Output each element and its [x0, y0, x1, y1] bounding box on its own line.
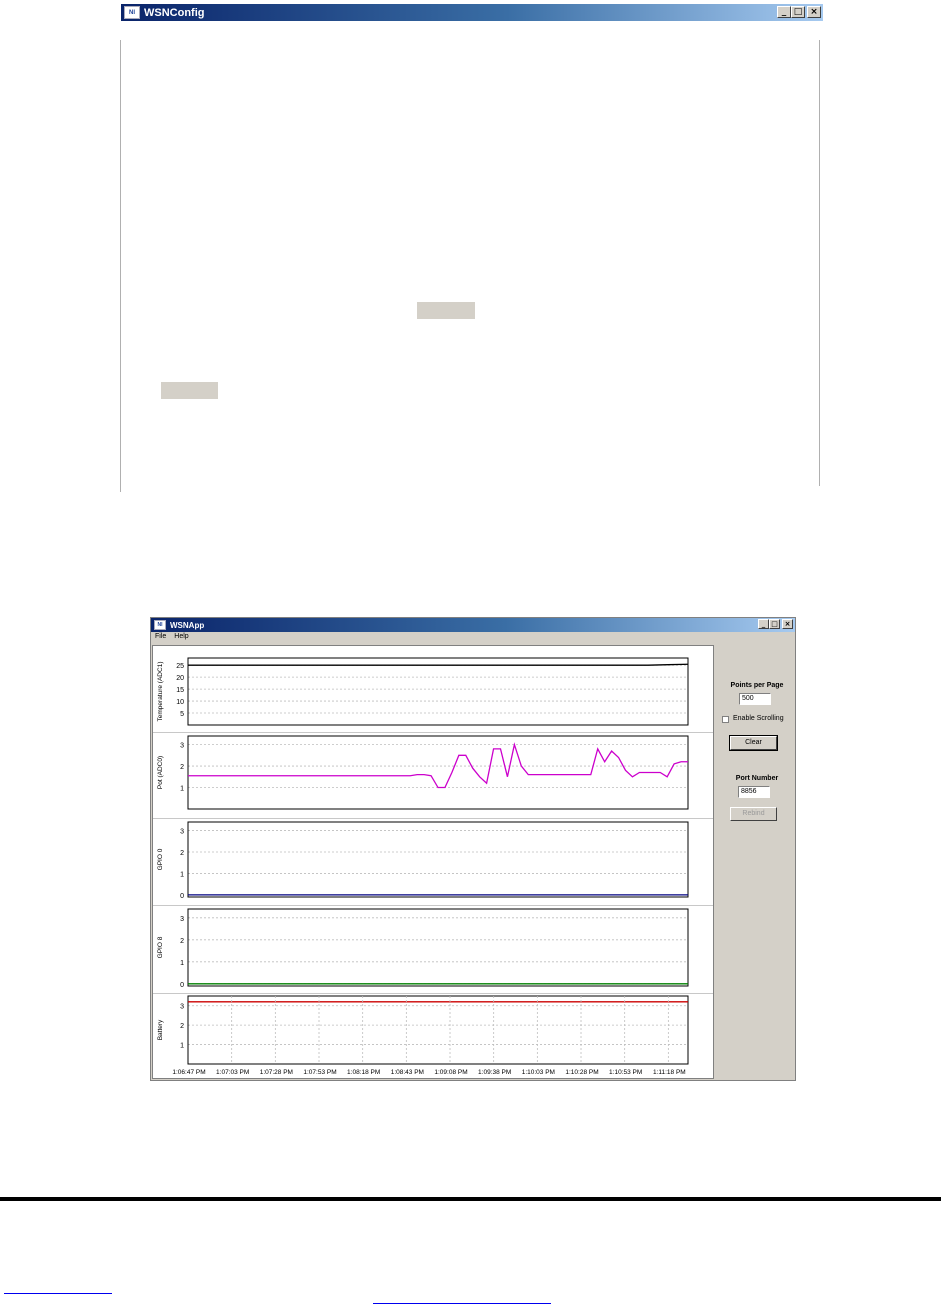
footer-link-underline-left[interactable] — [4, 1293, 112, 1294]
x-tick-label: 1:07:53 PM — [303, 1069, 336, 1076]
x-tick-label: 1:06:47 PM — [172, 1069, 205, 1076]
enable-scrolling-label: Enable Scrolling — [733, 715, 784, 722]
y-axis-label: GPIO 8 — [157, 936, 164, 958]
y-tick-label: 10 — [176, 699, 184, 706]
y-tick-label: 3 — [180, 1004, 184, 1011]
x-tick-label: 1:10:03 PM — [522, 1069, 555, 1076]
y-tick-label: 5 — [180, 711, 184, 718]
chart-panel: 5 10 15 20 25 Temperature (ADC1) 1 2 3 Pot (ADC0)… — [152, 645, 714, 1079]
config-window-title: WSNConfig — [144, 6, 205, 19]
y-tick-label: 15 — [176, 687, 184, 694]
ni-logo-icon: NI — [154, 620, 166, 630]
y-axis-label: GPIO 0 — [157, 848, 164, 870]
y-tick-label: 3 — [180, 829, 184, 836]
points-per-page-label: Points per Page — [730, 682, 784, 689]
minimize-button[interactable]: _ — [777, 6, 791, 18]
minimize-button[interactable]: _ — [758, 619, 769, 629]
close-button[interactable]: × — [782, 619, 793, 629]
config-title-bar: NI WSNConfig _ □ × — [121, 4, 823, 21]
y-axis-label: Temperature (ADC1) — [157, 662, 164, 722]
config-window-left-border — [120, 40, 121, 492]
y-tick-label: 3 — [180, 916, 184, 923]
y-tick-label: 1 — [180, 960, 184, 967]
plot-frame — [187, 908, 689, 987]
y-axis-label: Pot (ADC0) — [157, 756, 164, 789]
ni-logo-icon: NI — [124, 6, 140, 19]
enable-scrolling-checkbox[interactable] — [722, 716, 729, 723]
app-window-title: WSNApp — [170, 620, 205, 630]
y-tick-label: 2 — [180, 1023, 184, 1030]
plot-frame — [187, 821, 689, 898]
app-window-controls: _ □ × — [758, 619, 793, 629]
plot-frame — [187, 735, 689, 810]
plot-frame — [187, 657, 689, 726]
x-tick-label: 1:09:38 PM — [478, 1069, 511, 1076]
port-number-label: Port Number — [735, 775, 779, 782]
x-tick-label: 1:11:18 PM — [653, 1069, 686, 1076]
footer-link-underline-center[interactable] — [373, 1303, 551, 1304]
y-tick-label: 25 — [176, 663, 184, 670]
y-tick-label: 0 — [180, 893, 184, 900]
y-axis-label: Battery — [157, 1019, 164, 1040]
config-button-lower[interactable] — [161, 382, 218, 399]
maximize-button[interactable]: □ — [769, 619, 780, 629]
y-tick-label: 2 — [180, 938, 184, 945]
x-tick-label: 1:10:53 PM — [609, 1069, 642, 1076]
maximize-button[interactable]: □ — [791, 6, 805, 18]
y-tick-label: 1 — [180, 786, 184, 793]
wsnapp-window: NI WSNApp _ □ × File Help 5 10 15 20 25 Tempe… — [150, 617, 796, 1081]
config-window-controls: _ □ × — [777, 6, 821, 18]
x-tick-label: 1:10:28 PM — [565, 1069, 598, 1076]
menu-file[interactable]: File — [155, 633, 166, 644]
page-footer-rule — [0, 1197, 941, 1201]
y-tick-label: 20 — [176, 675, 184, 682]
charts-svg: 510152025Temperature (ADC1)123Pot (ADC0)… — [153, 657, 713, 1076]
config-window-right-border — [819, 40, 820, 486]
x-tick-label: 1:07:28 PM — [260, 1069, 293, 1076]
x-tick-label: 1:08:43 PM — [391, 1069, 424, 1076]
config-button-upper[interactable] — [417, 302, 475, 319]
port-number-input[interactable]: 8856 — [738, 786, 770, 798]
y-tick-label: 1 — [180, 871, 184, 878]
x-tick-label: 1:07:03 PM — [216, 1069, 249, 1076]
x-tick-label: 1:09:08 PM — [434, 1069, 467, 1076]
close-button[interactable]: × — [807, 6, 821, 18]
y-tick-label: 2 — [180, 764, 184, 771]
series-line — [188, 663, 689, 666]
points-per-page-input[interactable]: 500 — [739, 693, 771, 705]
y-tick-label: 2 — [180, 850, 184, 857]
y-tick-label: 0 — [180, 982, 184, 989]
x-tick-label: 1:08:18 PM — [347, 1069, 380, 1076]
app-title-bar: NI WSNApp _ □ × — [151, 618, 795, 632]
y-tick-label: 3 — [180, 743, 184, 750]
menu-bar: File Help — [151, 633, 795, 644]
y-tick-label: 1 — [180, 1043, 184, 1050]
clear-button[interactable]: Clear — [729, 735, 778, 751]
plot-frame — [187, 995, 689, 1065]
menu-help[interactable]: Help — [174, 633, 188, 644]
rebind-button[interactable]: Rebind — [730, 807, 777, 821]
